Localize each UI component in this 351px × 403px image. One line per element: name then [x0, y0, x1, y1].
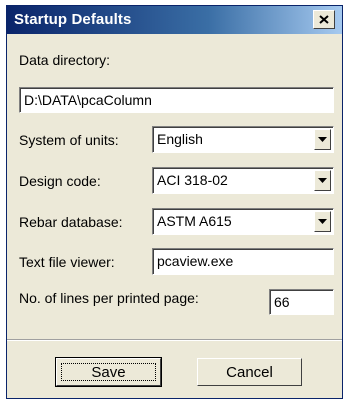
chevron-down-icon [318, 219, 327, 224]
chevron-down-icon [318, 178, 327, 183]
rebar-database-value: ASTM A615 [157, 213, 232, 229]
data-directory-value: D:\DATA\pcaColumn [24, 92, 152, 108]
system-of-units-dropdown-button[interactable] [314, 129, 331, 150]
design-code-dropdown-button[interactable] [314, 170, 331, 191]
close-button[interactable] [313, 10, 335, 29]
rebar-database-label: Rebar database: [19, 214, 123, 230]
text-file-viewer-input[interactable]: pcaview.exe [152, 248, 334, 275]
title-bar[interactable]: Startup Defaults [7, 6, 342, 34]
cancel-button[interactable]: Cancel [197, 358, 302, 386]
divider [7, 339, 342, 341]
data-directory-label: Data directory: [19, 52, 111, 68]
lines-per-page-label: No. of lines per printed page: [19, 290, 199, 306]
rebar-database-dropdown-button[interactable] [314, 211, 331, 232]
save-button[interactable]: Save [55, 357, 162, 387]
data-directory-input[interactable]: D:\DATA\pcaColumn [19, 87, 334, 113]
rebar-database-select[interactable]: ASTM A615 [152, 208, 334, 235]
close-icon [319, 15, 329, 24]
system-of-units-value: English [157, 131, 203, 147]
focus-ring [61, 363, 156, 381]
system-of-units-label: System of units: [19, 132, 119, 148]
system-of-units-select[interactable]: English [152, 126, 334, 153]
design-code-value: ACI 318-02 [157, 172, 228, 188]
dialog-title: Startup Defaults [14, 11, 132, 28]
design-code-label: Design code: [19, 173, 101, 189]
text-file-viewer-label: Text file viewer: [19, 254, 115, 270]
design-code-select[interactable]: ACI 318-02 [152, 167, 334, 194]
cancel-button-label: Cancel [226, 363, 273, 381]
lines-per-page-value: 66 [274, 294, 290, 310]
text-file-viewer-value: pcaview.exe [157, 253, 234, 269]
chevron-down-icon [318, 137, 327, 142]
startup-defaults-dialog: Startup Defaults Data directory: D:\DATA… [6, 5, 343, 399]
lines-per-page-input[interactable]: 66 [269, 289, 334, 315]
